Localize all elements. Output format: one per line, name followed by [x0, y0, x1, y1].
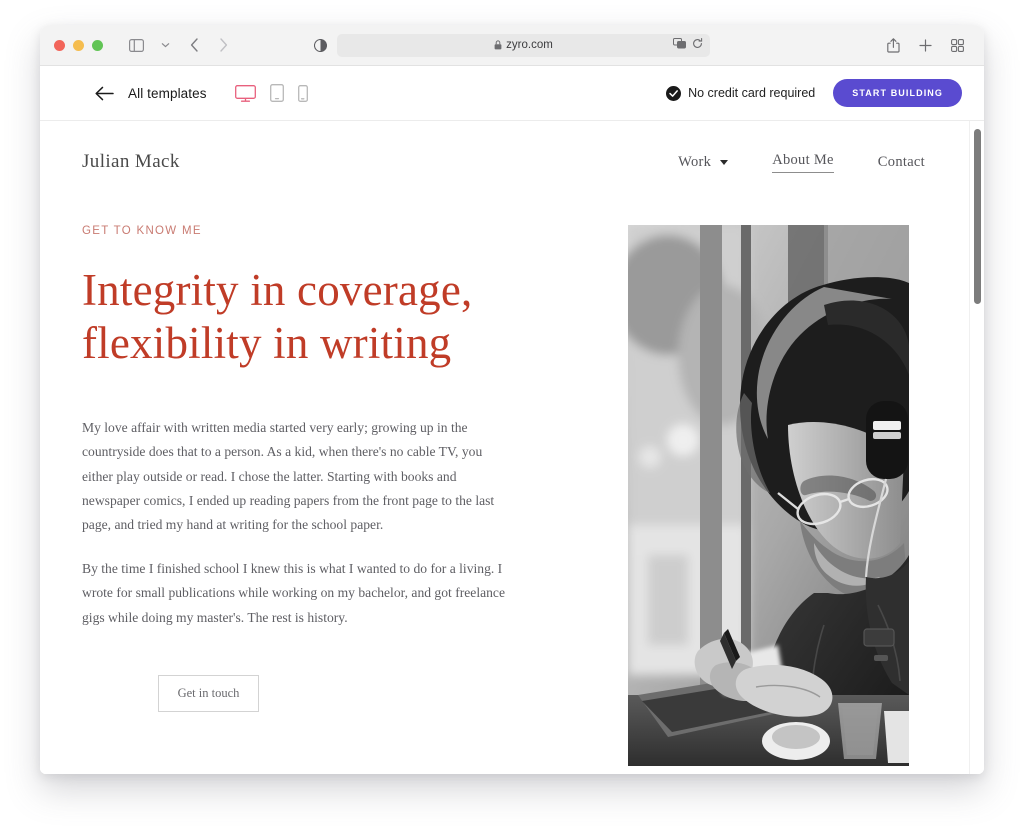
- body-paragraph-2: By the time I finished school I knew thi…: [82, 561, 505, 625]
- nav-item-about-me[interactable]: About Me: [772, 152, 834, 173]
- hero-image-column: [625, 225, 969, 766]
- window-traffic-lights: [54, 39, 103, 51]
- screenshot-root: zyro.com All templates No credit card re…: [0, 0, 1024, 829]
- sidebar-dropdown-icon[interactable]: [152, 33, 178, 57]
- hero-section: GET TO KNOW ME Integrity in coverage, fl…: [40, 173, 969, 766]
- url-text: zyro.com: [506, 39, 553, 51]
- browser-toolbar: zyro.com: [40, 25, 984, 66]
- hero-text-column: GET TO KNOW ME Integrity in coverage, fl…: [40, 225, 625, 766]
- browser-window: zyro.com All templates No credit card re…: [40, 25, 984, 774]
- site-navigation: Work About Me Contact: [678, 152, 925, 173]
- hero-photo: [628, 225, 909, 766]
- zyro-toolbar-actions: No credit card required START BUILDING: [666, 79, 962, 107]
- minimize-window-button[interactable]: [73, 39, 84, 51]
- browser-nav-controls: [123, 33, 236, 57]
- get-in-touch-button[interactable]: Get in touch: [158, 674, 259, 712]
- browser-right-actions: [880, 33, 970, 57]
- page-title: Integrity in coverage, flexibility in wr…: [82, 264, 605, 370]
- no-credit-card-label: No credit card required: [688, 86, 816, 100]
- tablet-view-icon[interactable]: [269, 84, 284, 102]
- reload-icon[interactable]: [692, 36, 703, 54]
- forward-arrow-icon[interactable]: [210, 33, 236, 57]
- maximize-window-button[interactable]: [92, 39, 103, 51]
- reader-view-icon[interactable]: [314, 38, 327, 52]
- nav-item-work-label: Work: [678, 153, 712, 170]
- nav-item-contact[interactable]: Contact: [878, 154, 925, 171]
- plus-icon[interactable]: [912, 33, 938, 57]
- desktop-view-icon[interactable]: [234, 84, 256, 102]
- preview-scrollbar-track[interactable]: [969, 121, 984, 774]
- lock-icon: [494, 40, 502, 50]
- nav-item-work[interactable]: Work: [678, 153, 729, 171]
- section-eyebrow: GET TO KNOW ME: [82, 225, 202, 237]
- back-arrow-icon[interactable]: [181, 33, 207, 57]
- no-credit-card-notice: No credit card required: [666, 85, 816, 101]
- back-arrow-icon[interactable]: [95, 86, 114, 101]
- url-text-group: zyro.com: [494, 39, 553, 51]
- site-brand-logo[interactable]: Julian Mack: [82, 151, 180, 173]
- nav-item-contact-label: Contact: [877, 153, 925, 170]
- template-page: Julian Mack Work About Me Contact GET TO…: [40, 121, 969, 774]
- start-building-button[interactable]: START BUILDING: [833, 79, 962, 107]
- check-circle-icon: [666, 85, 682, 101]
- nav-item-about-me-label: About Me: [772, 151, 834, 168]
- mobile-view-icon[interactable]: [297, 84, 308, 102]
- zyro-template-toolbar: All templates No credit card required ST…: [40, 66, 984, 121]
- body-paragraph-1: My love affair with written media starte…: [82, 420, 495, 532]
- chevron-down-icon[interactable]: [720, 159, 729, 165]
- site-header: Julian Mack Work About Me Contact: [40, 121, 969, 173]
- bearded-man-with-headphones-writing-photo: [628, 225, 909, 766]
- device-preview-switcher: [234, 84, 308, 102]
- url-bar-actions: [673, 36, 703, 54]
- extensions-icon[interactable]: [673, 36, 686, 54]
- headline-line-1: Integrity in coverage,: [82, 265, 473, 315]
- all-templates-link[interactable]: All templates: [128, 86, 207, 101]
- share-icon[interactable]: [880, 33, 906, 57]
- url-input[interactable]: zyro.com: [337, 33, 710, 57]
- preview-scrollbar-thumb[interactable]: [974, 129, 981, 304]
- site-preview-viewport: Julian Mack Work About Me Contact GET TO…: [40, 121, 984, 774]
- address-bar-area: zyro.com: [314, 33, 710, 57]
- tab-overview-icon[interactable]: [944, 33, 970, 57]
- close-window-button[interactable]: [54, 39, 65, 51]
- headline-line-2: flexibility in writing: [82, 318, 452, 369]
- sidebar-toggle-icon[interactable]: [123, 33, 149, 57]
